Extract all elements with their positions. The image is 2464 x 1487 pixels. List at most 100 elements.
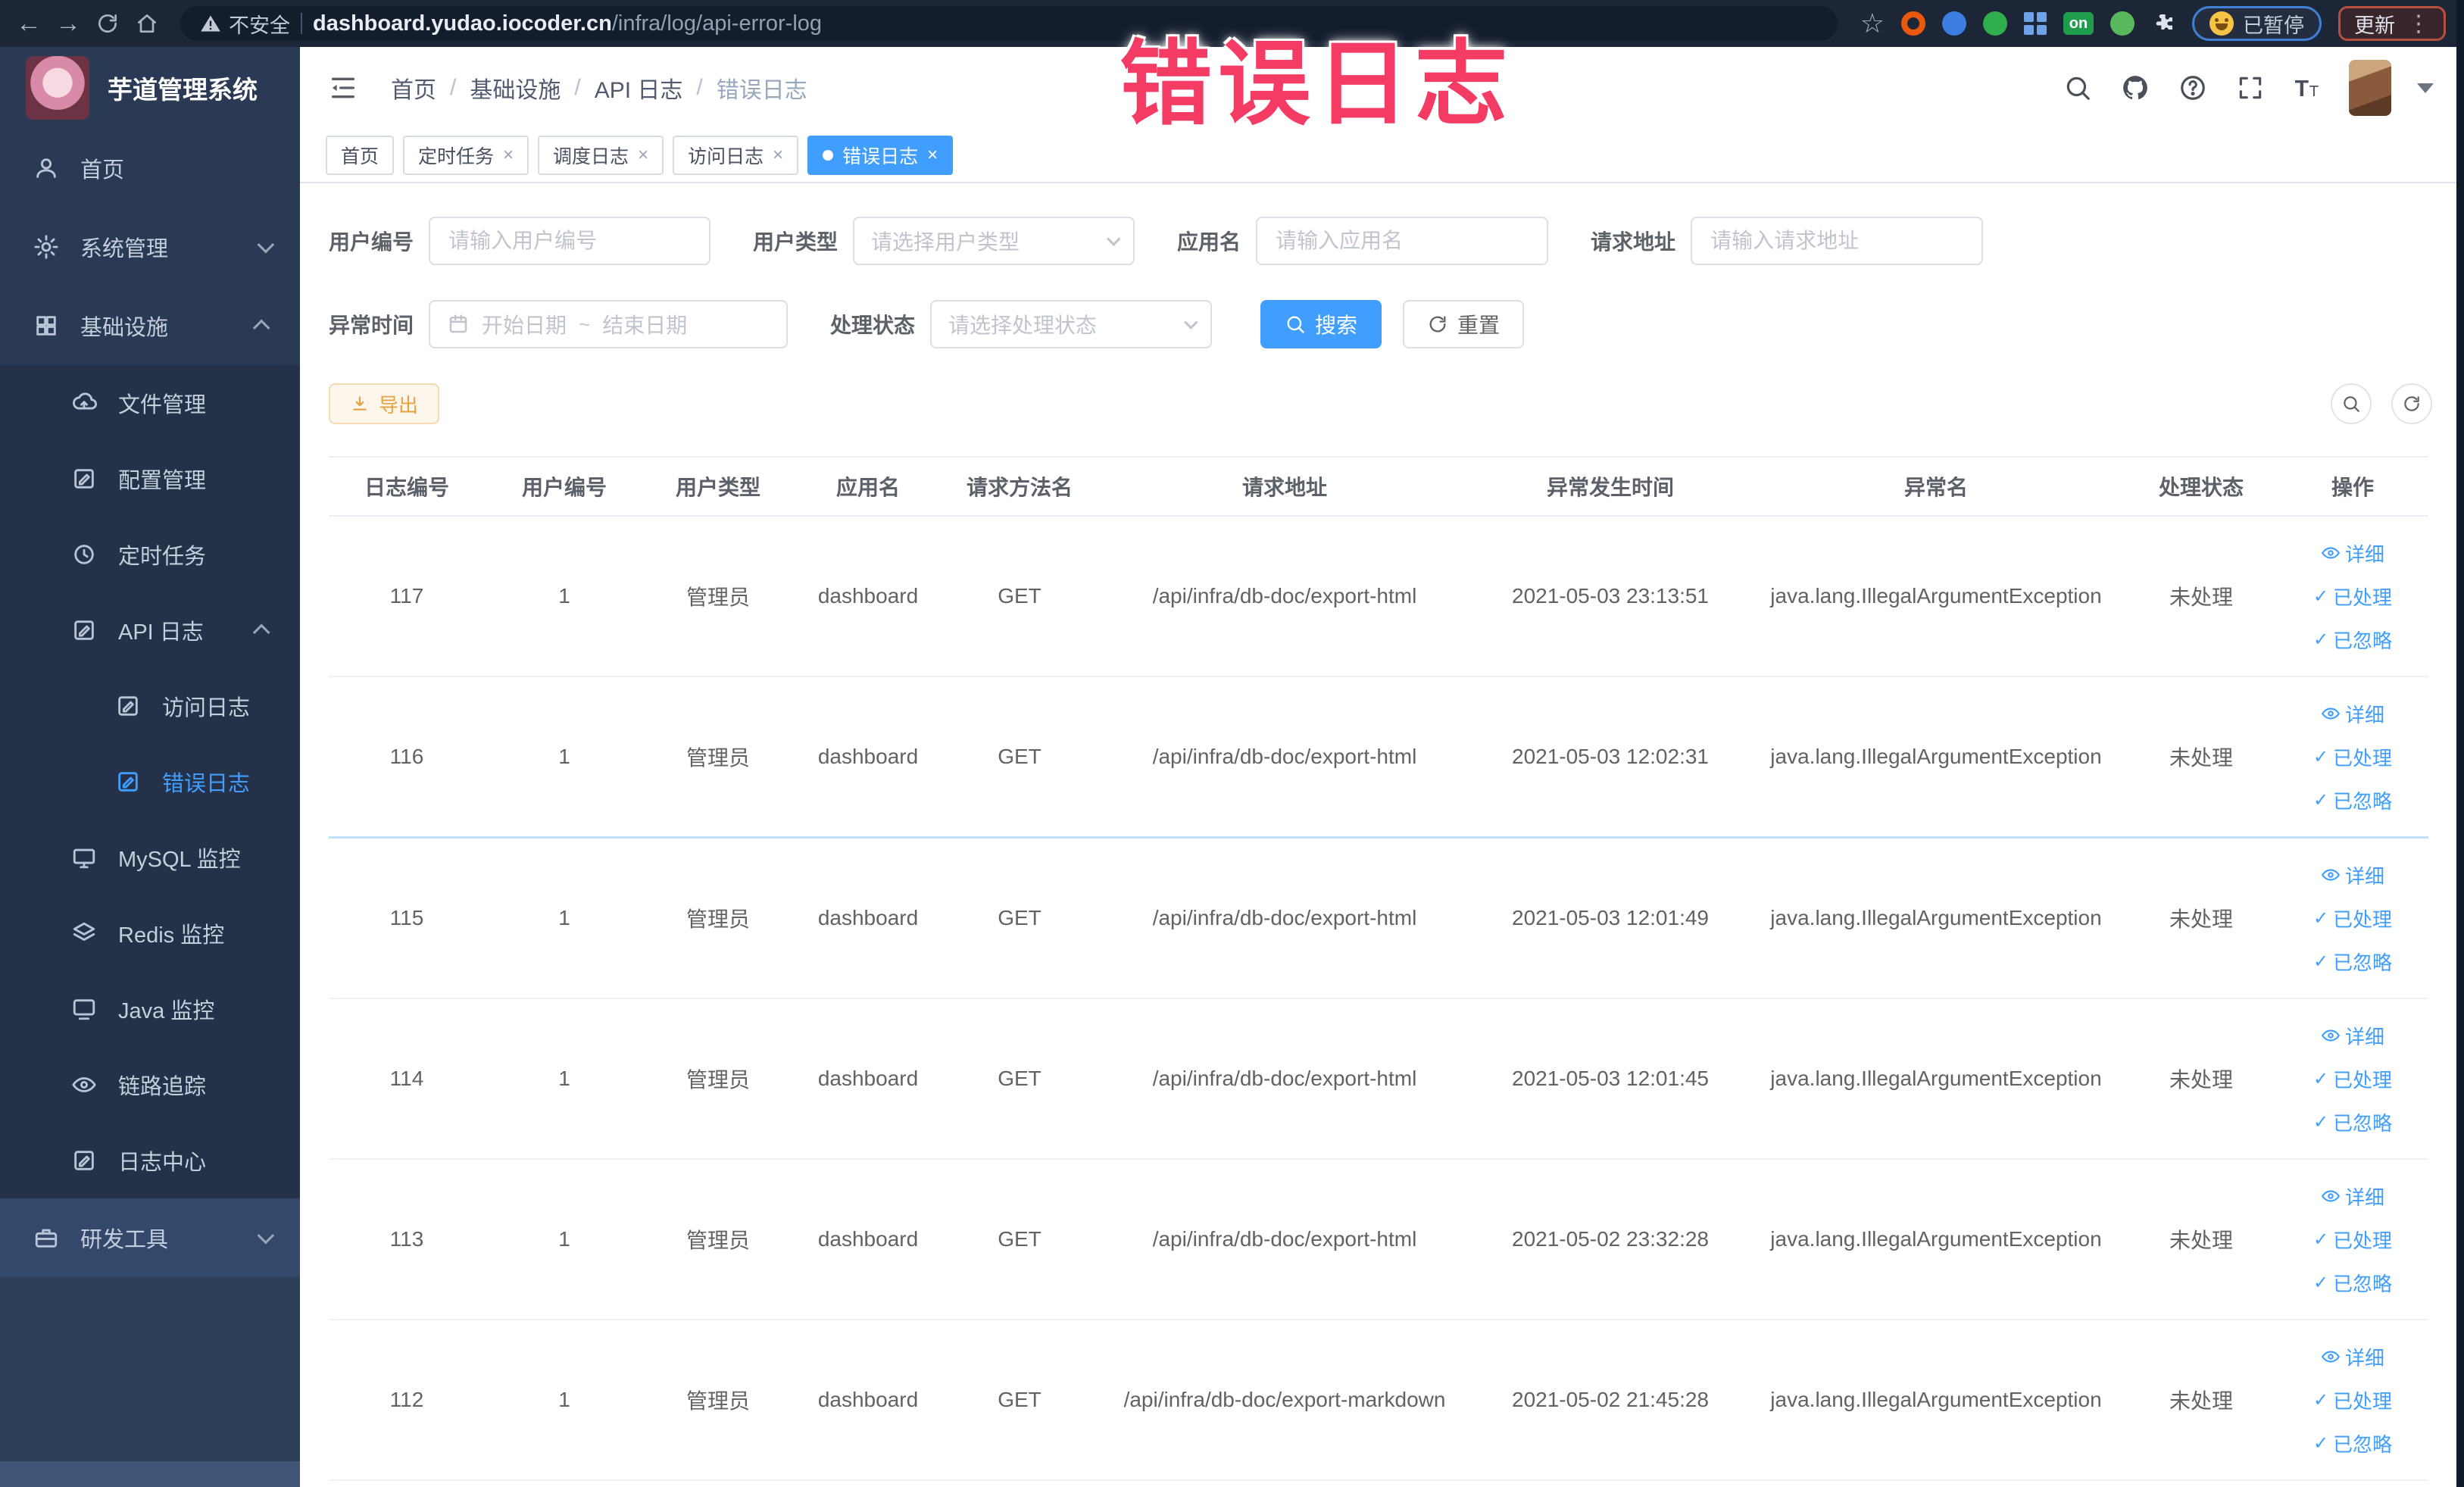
chevron-down-icon [1184, 314, 1198, 330]
tab-access-log[interactable]: 访问日志 × [673, 136, 799, 175]
close-icon[interactable]: × [638, 145, 648, 166]
sidebar-item-api-log[interactable]: API 日志 [0, 592, 300, 668]
process-status-label: 处理状态 [830, 314, 916, 337]
action-已处理[interactable]: ✓ 已处理 [2313, 1386, 2392, 1414]
action-已忽略[interactable]: ✓ 已忽略 [2313, 948, 2392, 976]
date-range-picker[interactable]: 开始日期 ~ 结束日期 [429, 300, 789, 348]
sidebar-item-mysql-monitor[interactable]: MySQL 监控 [0, 820, 300, 895]
user-id-input[interactable] [447, 228, 693, 254]
app-name-input[interactable] [1274, 228, 1531, 254]
action-详细[interactable]: 详细 [2321, 700, 2384, 728]
cell-method: GET [998, 584, 1042, 608]
not-secure-warning[interactable]: 不安全 [200, 9, 290, 39]
address-bar[interactable]: 不安全 dashboard.yudao.iocoder.cn/infra/log… [180, 6, 1838, 41]
cell-method: GET [998, 1227, 1042, 1251]
search-button[interactable]: 搜索 [1260, 300, 1382, 348]
ext-blue-shield-icon[interactable] [1942, 11, 1966, 36]
reset-button-label: 重置 [1457, 314, 1501, 337]
user-type-placeholder: 请选择用户类型 [871, 230, 1020, 254]
sidebar-item-system-mgmt[interactable]: 系统管理 [0, 208, 300, 286]
app-logo-row[interactable]: 芋道管理系统 [0, 47, 300, 129]
ext-puzzle-icon[interactable] [2151, 11, 2175, 36]
search-icon[interactable] [2061, 71, 2094, 105]
reset-button[interactable]: 重置 [1403, 300, 1525, 348]
table-header-row: 日志编号 用户编号 用户类型 应用名 请求方法名 请求地址 异常发生时间 异常名 处理状态 操作 [329, 456, 2428, 517]
cell-user_id: 1 [558, 584, 570, 608]
font-size-icon[interactable]: TT [2291, 71, 2325, 105]
close-icon[interactable]: × [773, 145, 783, 166]
action-已忽略[interactable]: ✓ 已忽略 [2313, 626, 2392, 654]
tab-scheduled-jobs[interactable]: 定时任务 × [403, 136, 529, 175]
cell-log_id: 112 [389, 1388, 424, 1411]
user-avatar[interactable] [2349, 60, 2391, 116]
action-已忽略[interactable]: ✓ 已忽略 [2313, 1108, 2392, 1136]
action-已处理[interactable]: ✓ 已处理 [2313, 583, 2392, 611]
github-icon[interactable] [2119, 71, 2152, 105]
export-button[interactable]: 导出 [329, 383, 440, 424]
browser-back-icon[interactable]: ← [11, 5, 47, 42]
page-url[interactable]: dashboard.yudao.iocoder.cn/infra/log/api… [313, 11, 822, 36]
briefcase-icon [32, 1223, 61, 1252]
action-已处理[interactable]: ✓ 已处理 [2313, 1065, 2392, 1093]
breadcrumb-item[interactable]: API 日志 [595, 71, 683, 105]
breadcrumb-separator: / [574, 75, 581, 100]
sidebar-item-java-monitor[interactable]: Java 监控 [0, 971, 300, 1047]
request-url-input[interactable] [1709, 228, 1966, 254]
paused-extension-button[interactable]: 已暂停 [2192, 6, 2322, 41]
tab-home[interactable]: 首页 [326, 136, 395, 175]
sidebar-collapse-icon[interactable] [326, 70, 361, 105]
action-已处理[interactable]: ✓ 已处理 [2313, 1226, 2392, 1254]
ext-green-circle-icon[interactable] [1983, 11, 2007, 36]
action-详细[interactable]: 详细 [2321, 861, 2384, 889]
sidebar-item-scheduled-jobs[interactable]: 定时任务 [0, 517, 300, 592]
column-header: 用户类型 [644, 456, 792, 517]
action-已忽略[interactable]: ✓ 已忽略 [2313, 786, 2392, 814]
sidebar-item-log-center[interactable]: 日志中心 [0, 1123, 300, 1198]
close-icon[interactable]: × [503, 145, 514, 166]
ext-on-badge-icon[interactable]: on [2063, 12, 2094, 35]
tab-schedule-log[interactable]: 调度日志 × [538, 136, 664, 175]
browser-reload-icon[interactable] [89, 5, 126, 42]
process-status-select[interactable]: 请选择处理状态 [930, 300, 1213, 348]
action-详细[interactable]: 详细 [2321, 1182, 2384, 1211]
sidebar-item-file-mgmt[interactable]: 文件管理 [0, 365, 300, 441]
browser-update-button[interactable]: 更新 ⋮ [2338, 6, 2446, 41]
bookmark-star-icon[interactable]: ☆ [1860, 8, 1885, 39]
kebab-menu-icon[interactable]: ⋮ [2407, 11, 2430, 37]
fullscreen-icon[interactable] [2234, 71, 2267, 105]
action-已处理[interactable]: ✓ 已处理 [2313, 743, 2392, 771]
sidebar-item-config-mgmt[interactable]: 配置管理 [0, 441, 300, 517]
action-已忽略[interactable]: ✓ 已忽略 [2313, 1269, 2392, 1297]
action-详细[interactable]: 详细 [2321, 1022, 2384, 1050]
ext-orange-ring-icon[interactable] [1901, 11, 1925, 36]
cell-user_type: 管理员 [685, 586, 750, 609]
sidebar-item-infrastructure[interactable]: 基础设施 [0, 286, 300, 365]
action-详细[interactable]: 详细 [2321, 539, 2384, 567]
table-row: 115 1 管理员 dashboard GET/api/infra/db-doc/exp… [329, 839, 2428, 999]
breadcrumb-item[interactable]: 基础设施 [470, 71, 561, 105]
sidebar-item-trace[interactable]: 链路追踪 [0, 1047, 300, 1123]
breadcrumb-item[interactable]: 首页 [391, 71, 436, 105]
close-icon[interactable]: × [927, 145, 938, 166]
ext-grid-icon[interactable] [2024, 12, 2047, 35]
user-type-select[interactable]: 请选择用户类型 [853, 217, 1135, 265]
refresh-table-button[interactable] [2391, 383, 2432, 424]
help-icon[interactable] [2176, 71, 2209, 105]
sidebar-item-redis-monitor[interactable]: Redis 监控 [0, 895, 300, 971]
action-详细[interactable]: 详细 [2321, 1343, 2384, 1371]
sidebar-item-home[interactable]: 首页 [0, 129, 300, 208]
avatar-caret-down-icon[interactable] [2417, 83, 2434, 93]
action-已处理[interactable]: ✓ 已处理 [2313, 904, 2392, 932]
browser-forward-icon[interactable]: → [50, 5, 86, 42]
action-已忽略[interactable]: ✓ 已忽略 [2313, 1429, 2392, 1457]
sidebar-item-dev-tools[interactable]: 研发工具 [0, 1198, 300, 1277]
browser-home-icon[interactable] [129, 5, 165, 42]
cell-log_id: 115 [389, 906, 424, 929]
cell-time: 2021-05-02 21:45:28 [1512, 1388, 1709, 1411]
toggle-search-button[interactable] [2331, 383, 2372, 424]
cell-actions: 详细 ✓ 已处理 ✓ 已忽略 [2277, 999, 2428, 1158]
sidebar-item-access-log[interactable]: 访问日志 [0, 668, 300, 744]
tab-error-log[interactable]: 错误日志 × [807, 136, 954, 175]
sidebar-item-error-log[interactable]: 错误日志 [0, 744, 300, 820]
ext-leaf-icon[interactable] [2110, 11, 2135, 36]
